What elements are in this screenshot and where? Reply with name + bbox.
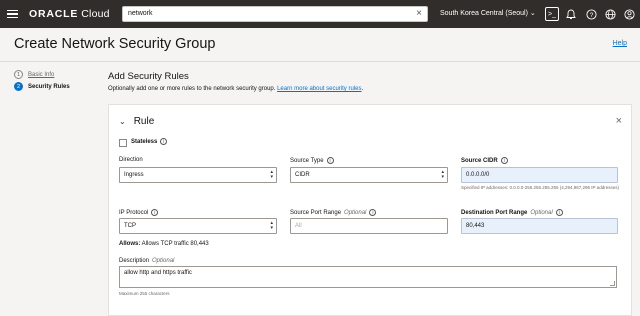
source-cidr-label: Source CIDR i xyxy=(461,157,508,164)
ip-protocol-select[interactable]: TCP ▴ ▾ xyxy=(119,218,277,234)
section-title: Add Security Rules xyxy=(108,71,189,82)
description-textarea[interactable]: allow http and https traffic xyxy=(119,266,617,288)
learn-more-link[interactable]: Learn more about security rules xyxy=(277,86,361,92)
step-security-rules[interactable]: 2 Security Rules xyxy=(14,82,70,91)
dest-port-input[interactable]: 80,443 xyxy=(461,218,618,234)
help-link[interactable]: Help xyxy=(613,40,627,47)
menu-icon[interactable] xyxy=(2,0,22,28)
step-label: Basic Info xyxy=(28,71,55,78)
info-icon[interactable]: i xyxy=(369,209,377,216)
allows-summary: Allows: Allows TCP traffic 80,443 xyxy=(119,241,209,247)
source-cidr-input[interactable]: 0.0.0.0/0 xyxy=(461,167,618,183)
direction-label: Direction xyxy=(119,157,143,163)
select-arrows-icon: ▴ ▾ xyxy=(270,220,273,231)
description-label: Description Optional xyxy=(119,258,175,264)
step-number: 1 xyxy=(14,70,23,79)
info-icon[interactable]: i xyxy=(326,157,334,164)
stateless-label: Stateless i xyxy=(131,138,168,145)
source-cidr-hint: Specified IP addresses: 0.0.0.0-255.255.… xyxy=(461,185,619,190)
help-icon[interactable]: ? xyxy=(584,7,598,21)
globe-icon[interactable] xyxy=(603,7,617,21)
direction-select[interactable]: Ingress ▴ ▾ xyxy=(119,167,277,183)
source-port-input[interactable]: All xyxy=(290,218,448,234)
section-description: Optionally add one or more rules to the … xyxy=(108,86,364,92)
brand-logo[interactable]: ORACLE Cloud xyxy=(29,8,110,20)
ip-protocol-label: IP Protocol i xyxy=(119,209,159,216)
region-selector[interactable]: South Korea Central (Seoul) ⌄ xyxy=(440,9,536,17)
info-icon[interactable]: i xyxy=(500,157,508,164)
rule-card: ⌄ Rule × Stateless i Direction Ingress ▴ ▾… xyxy=(108,104,632,316)
step-label: Security Rules xyxy=(28,83,70,90)
bell-icon[interactable] xyxy=(564,7,578,21)
step-basic-info[interactable]: 1 Basic Info xyxy=(14,70,54,79)
top-navigation-bar: ORACLE Cloud network × South Korea Centr… xyxy=(0,0,640,28)
description-hint: Maximum 255 characters xyxy=(119,291,170,296)
step-number: 2 xyxy=(14,82,23,91)
search-input[interactable]: network × xyxy=(122,6,428,22)
info-icon[interactable]: i xyxy=(151,209,159,216)
rule-header[interactable]: ⌄ Rule xyxy=(119,116,154,127)
source-type-label: Source Type i xyxy=(290,157,334,164)
select-arrows-icon: ▴ ▾ xyxy=(441,169,444,180)
info-icon[interactable]: i xyxy=(555,209,563,216)
chevron-down-icon: ⌄ xyxy=(529,10,536,17)
source-port-label: Source Port Range Optional i xyxy=(290,209,377,216)
info-icon[interactable]: i xyxy=(160,138,168,145)
resize-handle-icon[interactable] xyxy=(610,281,615,286)
select-arrows-icon: ▴ ▾ xyxy=(270,169,273,180)
stateless-checkbox[interactable] xyxy=(119,139,127,147)
page-title: Create Network Security Group xyxy=(14,36,216,52)
search-value: network xyxy=(128,10,153,17)
cloud-shell-icon[interactable]: >_ xyxy=(545,7,559,21)
close-icon[interactable]: × xyxy=(616,115,622,127)
svg-text:?: ? xyxy=(589,11,593,18)
source-type-select[interactable]: CIDR ▴ ▾ xyxy=(290,167,448,183)
divider xyxy=(0,61,640,62)
rule-title: Rule xyxy=(133,116,155,127)
user-icon[interactable] xyxy=(622,7,636,21)
dest-port-label: Destination Port Range Optional i xyxy=(461,209,563,216)
close-icon[interactable]: × xyxy=(416,8,422,19)
chevron-down-icon[interactable]: ⌄ xyxy=(119,117,126,126)
